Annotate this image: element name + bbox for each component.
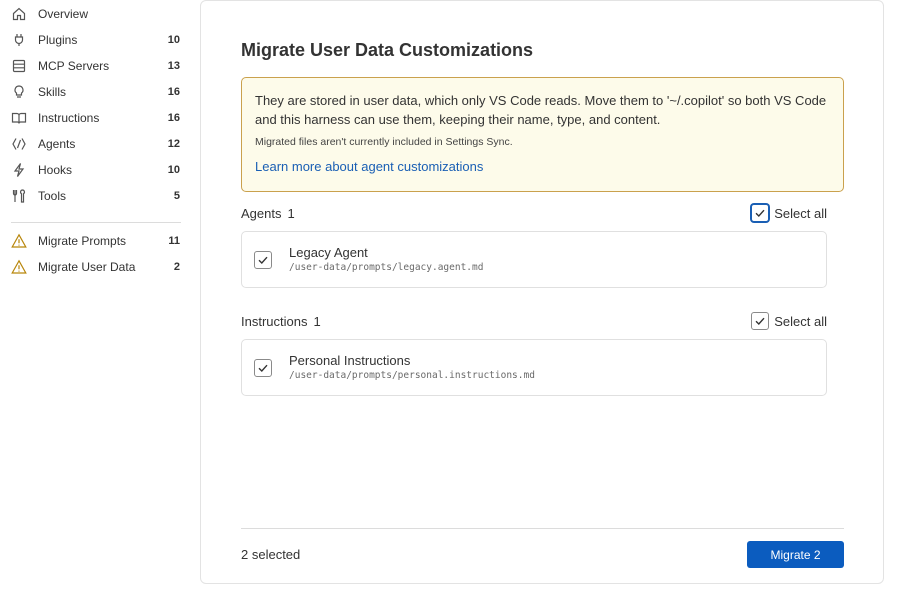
item-path: /user-data/prompts/legacy.agent.md bbox=[289, 262, 484, 273]
sidebar-item-migrate-user-data[interactable]: Migrate User Data 2 bbox=[10, 254, 182, 280]
plug-icon bbox=[10, 31, 28, 49]
sidebar-divider bbox=[11, 222, 181, 223]
sidebar-item-label: Skills bbox=[38, 85, 67, 99]
list-item-personal-instructions[interactable]: Personal Instructions /user-data/prompts… bbox=[241, 339, 827, 396]
item-name: Legacy Agent bbox=[289, 245, 368, 260]
group-count: 1 bbox=[287, 205, 295, 221]
migrate-button[interactable]: Migrate 2 bbox=[747, 541, 844, 568]
sidebar-item-label: Agents bbox=[38, 137, 76, 151]
sidebar-item-mcp-servers[interactable]: MCP Servers 13 bbox=[10, 53, 182, 79]
sidebar-item-count: 11 bbox=[168, 235, 180, 247]
notice-text: They are stored in user data, which only… bbox=[255, 93, 827, 127]
checkmark-icon bbox=[755, 209, 765, 218]
select-all-instructions[interactable]: Select all bbox=[751, 311, 827, 331]
notice-box: They are stored in user data, which only… bbox=[241, 77, 844, 192]
sidebar-item-agents[interactable]: Agents 12 bbox=[10, 131, 182, 157]
sidebar-item-instructions[interactable]: Instructions 16 bbox=[10, 105, 182, 131]
group-count: 1 bbox=[313, 313, 321, 329]
learn-more-link[interactable]: Learn more about agent customizations bbox=[255, 159, 483, 174]
home-icon bbox=[10, 5, 28, 23]
group-name: Agents bbox=[241, 205, 282, 221]
sidebar-item-count: 13 bbox=[167, 60, 180, 72]
sidebar-item-label: Tools bbox=[38, 189, 67, 203]
checkmark-icon bbox=[258, 256, 268, 265]
sidebar-item-overview[interactable]: Overview bbox=[10, 1, 182, 27]
sidebar-item-tools[interactable]: Tools 5 bbox=[10, 183, 182, 209]
lightbulb-icon bbox=[10, 83, 28, 101]
sidebar-item-count: 5 bbox=[173, 190, 180, 202]
select-all-checkbox[interactable] bbox=[751, 312, 770, 330]
sidebar: Overview Plugins 10 MCP Servers 13 Skill… bbox=[0, 0, 192, 600]
item-name: Personal Instructions bbox=[289, 353, 411, 368]
selection-status: 2 selected bbox=[241, 547, 301, 562]
list-item-legacy-agent[interactable]: Legacy Agent /user-data/prompts/legacy.a… bbox=[241, 231, 827, 288]
sidebar-item-hooks[interactable]: Hooks 10 bbox=[10, 157, 182, 183]
sidebar-item-count: 16 bbox=[167, 112, 180, 124]
sidebar-item-count: 2 bbox=[173, 261, 180, 273]
sidebar-item-count: 10 bbox=[167, 34, 180, 46]
group-name: Instructions bbox=[241, 313, 308, 329]
item-checkbox[interactable] bbox=[254, 359, 272, 377]
footer-divider bbox=[241, 528, 844, 529]
sidebar-item-migrate-prompts[interactable]: Migrate Prompts 11 bbox=[10, 228, 182, 254]
sidebar-item-label: Migrate Prompts bbox=[38, 234, 127, 248]
sidebar-item-label: Overview bbox=[38, 7, 89, 21]
server-icon bbox=[10, 57, 28, 75]
sidebar-item-label: MCP Servers bbox=[38, 59, 110, 73]
tools-icon bbox=[10, 187, 28, 205]
select-all-label: Select all bbox=[774, 205, 827, 221]
item-checkbox[interactable] bbox=[254, 251, 272, 269]
sidebar-item-label: Instructions bbox=[38, 111, 100, 125]
sidebar-item-count: 12 bbox=[167, 138, 180, 150]
group-header-agents: Agents 1 Select all bbox=[241, 203, 827, 223]
select-all-label: Select all bbox=[774, 313, 827, 329]
checkmark-icon bbox=[258, 364, 268, 373]
group-header-instructions: Instructions 1 Select all bbox=[241, 311, 827, 331]
sidebar-item-plugins[interactable]: Plugins 10 bbox=[10, 27, 182, 53]
select-all-checkbox[interactable] bbox=[751, 204, 770, 222]
sidebar-item-count: 10 bbox=[167, 164, 180, 176]
warning-icon bbox=[10, 232, 28, 250]
checkmark-icon bbox=[755, 317, 765, 326]
agent-icon bbox=[10, 135, 28, 153]
page-title: Migrate User Data Customizations bbox=[241, 40, 534, 60]
lightning-icon bbox=[10, 161, 28, 179]
sidebar-item-label: Hooks bbox=[38, 163, 73, 177]
book-icon bbox=[10, 109, 28, 127]
sidebar-item-skills[interactable]: Skills 16 bbox=[10, 79, 182, 105]
migrate-panel: Migrate User Data Customizations They ar… bbox=[200, 0, 884, 584]
item-path: /user-data/prompts/personal.instructions… bbox=[289, 370, 535, 381]
sidebar-item-count: 16 bbox=[167, 86, 180, 98]
sidebar-item-label: Migrate User Data bbox=[38, 260, 136, 274]
warning-icon bbox=[10, 258, 28, 276]
notice-subtext: Migrated files aren't currently included… bbox=[255, 136, 513, 148]
select-all-agents[interactable]: Select all bbox=[751, 203, 827, 223]
sidebar-item-label: Plugins bbox=[38, 33, 78, 47]
